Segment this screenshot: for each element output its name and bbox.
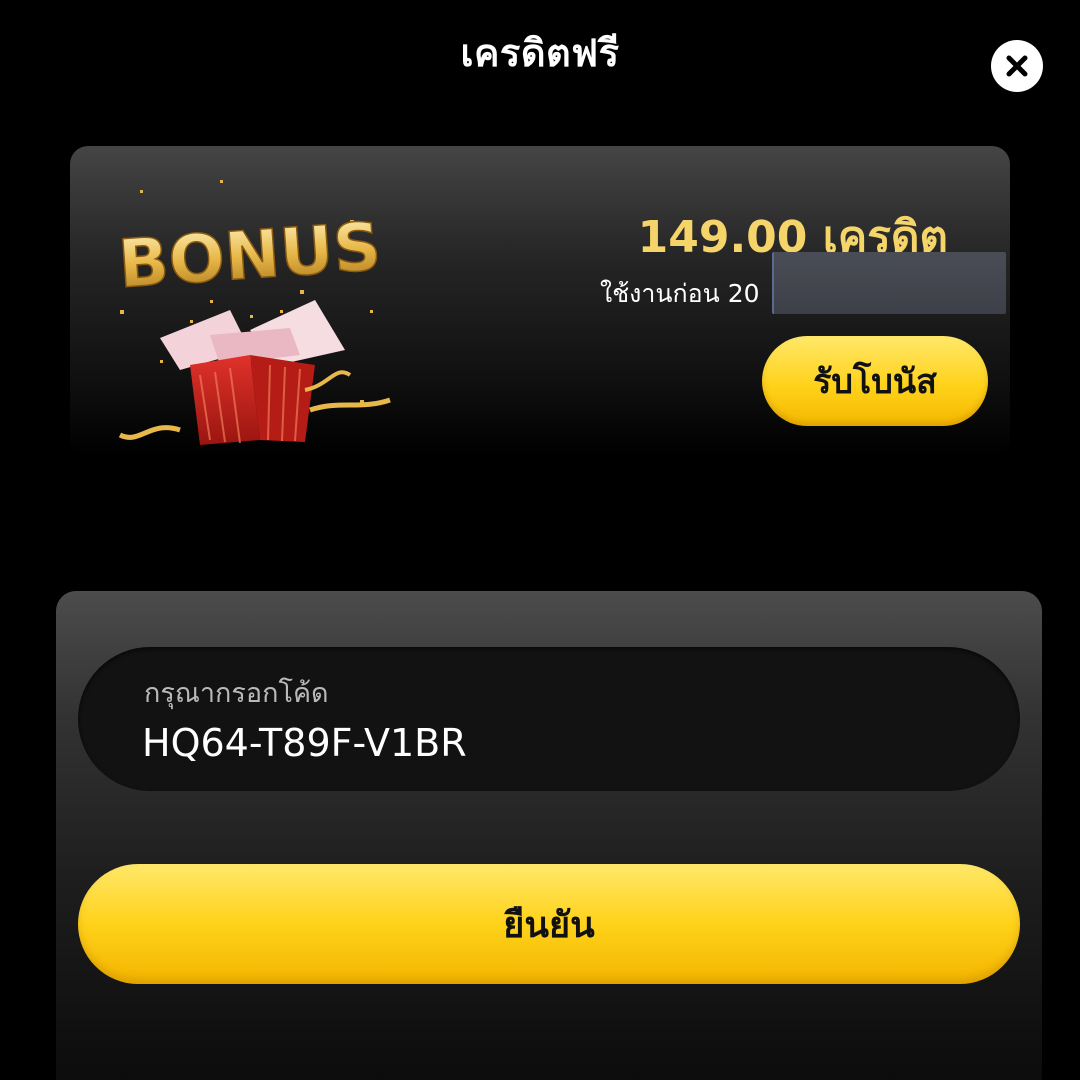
confirm-button[interactable]: ยืนยัน [78,864,1020,984]
bonus-card: BONUS 149.00 เครดิต ใช้งานก่อน 20 รับโบน… [70,146,1010,456]
bonus-expiry-label: ใช้งานก่อน 20 [600,279,760,308]
svg-text:BONUS: BONUS [116,208,384,303]
close-button[interactable] [991,40,1043,92]
code-input-field[interactable]: กรุณากรอกโค้ด [78,647,1020,791]
code-field-label: กรุณากรอกโค้ด [144,678,329,709]
modal-title: เครดิตฟรี [460,31,620,75]
bonus-gift-illustration: BONUS [100,160,400,450]
free-credit-modal: เครดิตฟรี BONUS 149.00 เครดิต ใช้งานก่อน… [0,0,1080,1080]
gift-box-icon: BONUS [115,180,391,445]
code-input[interactable] [142,721,942,765]
redeem-code-card: กรุณากรอกโค้ด ยืนยัน [56,591,1042,1080]
close-icon [1003,52,1031,80]
claim-bonus-button[interactable]: รับโบนัส [762,336,988,426]
bonus-expiry: ใช้งานก่อน 20 [600,274,760,314]
redacted-overlay [772,252,1006,314]
